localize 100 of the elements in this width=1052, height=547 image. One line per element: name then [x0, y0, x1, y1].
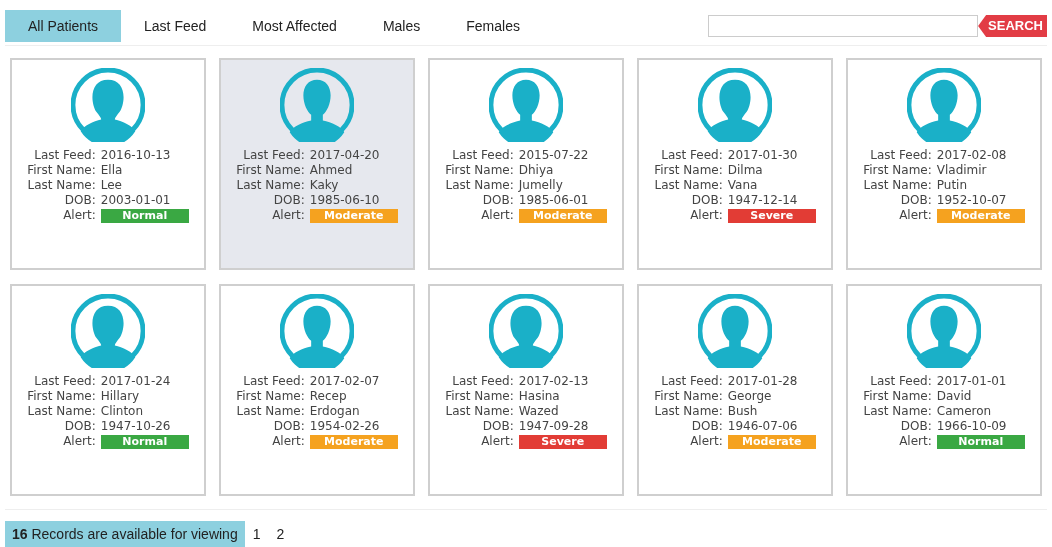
field-value: 1947-12-14 [727, 193, 799, 208]
patient-card[interactable]: Last Feed: 2017-01-01 First Name: David Last Name: Cameron DOB: 1966-10-09 Alert: Normal [846, 284, 1042, 496]
tab[interactable]: Last Feed [121, 10, 230, 42]
field-label: Last Feed: [242, 148, 305, 163]
field-label: First Name: [654, 163, 723, 178]
field-value: 1947-09-28 [518, 419, 590, 434]
field-value: 2017-01-01 [936, 374, 1008, 389]
search-button[interactable]: SEARCH [978, 15, 1047, 37]
field-value: Kaky [309, 178, 340, 193]
field-label: Alert: [271, 434, 305, 449]
field-value: 2017-02-13 [518, 374, 590, 389]
field-label: Last Feed: [869, 374, 932, 389]
field-label: Last Name: [863, 404, 932, 419]
page-link[interactable]: 2 [268, 524, 293, 545]
field-label: DOB: [272, 419, 305, 434]
field-label: Last Feed: [869, 148, 932, 163]
field-label: Alert: [898, 434, 932, 449]
field-value: Lee [100, 178, 123, 193]
patient-card[interactable]: Last Feed: 2017-02-13 First Name: Hasina Last Name: Wazed DOB: 1947-09-28 Alert: Severe [428, 284, 624, 496]
field-label: Alert: [480, 208, 514, 223]
field-value: 2016-10-13 [100, 148, 172, 163]
field-value: 2017-01-28 [727, 374, 799, 389]
field-label: Last Name: [236, 178, 305, 193]
tab[interactable]: Females [443, 10, 543, 42]
patient-card[interactable]: Last Feed: 2017-04-20 First Name: Ahmed Last Name: Kaky DOB: 1985-06-10 Alert: Moderate [219, 58, 415, 270]
field-value: Hillary [100, 389, 141, 404]
field-label: Last Feed: [451, 148, 514, 163]
records-count: 16 Records are available for viewing [5, 521, 245, 547]
field-label: Last Name: [445, 404, 514, 419]
field-value: Dilma [727, 163, 764, 178]
field-label: DOB: [899, 193, 932, 208]
field-label: DOB: [690, 419, 723, 434]
field-label: DOB: [899, 419, 932, 434]
patient-card[interactable]: Last Feed: 2017-01-24 First Name: Hillary Last Name: Clinton DOB: 1947-10-26 Alert: Normal [10, 284, 206, 496]
patient-card[interactable]: Last Feed: 2017-01-30 First Name: Dilma Last Name: Vana DOB: 1947-12-14 Alert: Severe [637, 58, 833, 270]
field-label: First Name: [863, 163, 932, 178]
field-label: First Name: [863, 389, 932, 404]
field-value: George [727, 389, 773, 404]
alert-badge: Moderate [936, 208, 1025, 223]
field-label: Last Feed: [451, 374, 514, 389]
search-field[interactable] [708, 15, 979, 37]
tab[interactable]: Males [359, 10, 444, 42]
field-label: Last Name: [863, 178, 932, 193]
field-value: Erdogan [309, 404, 361, 419]
field-label: First Name: [236, 389, 305, 404]
field-value: 1946-07-06 [727, 419, 799, 434]
field-value: 1954-02-26 [309, 419, 381, 434]
field-label: Last Feed: [33, 148, 96, 163]
tab[interactable]: Most Affected [229, 10, 360, 42]
field-label: Last Name: [236, 404, 305, 419]
field-value: Wazed [518, 404, 560, 419]
field-value: Putin [936, 178, 969, 193]
field-label: DOB: [272, 193, 305, 208]
patient-card[interactable]: Last Feed: 2017-01-28 First Name: George Last Name: Bush DOB: 1946-07-06 Alert: Moderate [637, 284, 833, 496]
patient-card[interactable]: Last Feed: 2015-07-22 First Name: Dhiya Last Name: Jumelly DOB: 1985-06-01 Alert: Moderate [428, 58, 624, 270]
field-label: First Name: [445, 163, 514, 178]
field-value: 2017-01-30 [727, 148, 799, 163]
patient-card[interactable]: Last Feed: 2016-10-13 First Name: Ella Last Name: Lee DOB: 2003-01-01 Alert: Normal [10, 58, 206, 270]
field-label: First Name: [27, 163, 96, 178]
field-label: Last Name: [654, 404, 723, 419]
field-value: 2017-02-08 [936, 148, 1008, 163]
field-value: 1952-10-07 [936, 193, 1008, 208]
field-value: Bush [727, 404, 759, 419]
field-value: 2017-04-20 [309, 148, 381, 163]
tab[interactable]: All Patients [5, 10, 122, 42]
alert-badge: Moderate [309, 208, 398, 223]
field-value: Clinton [100, 404, 145, 419]
page-link[interactable]: 1 [244, 524, 269, 545]
field-label: DOB: [63, 419, 96, 434]
field-label: Alert: [689, 434, 723, 449]
field-value: 1947-10-26 [100, 419, 172, 434]
field-value: 2003-01-01 [100, 193, 172, 208]
field-label: DOB: [481, 193, 514, 208]
field-label: First Name: [445, 389, 514, 404]
field-value: Dhiya [518, 163, 555, 178]
field-label: DOB: [690, 193, 723, 208]
field-value: 2017-02-07 [309, 374, 381, 389]
alert-badge: Normal [936, 434, 1025, 449]
field-label: Last Name: [445, 178, 514, 193]
field-label: Last Name: [654, 178, 723, 193]
alert-badge: Normal [100, 434, 189, 449]
field-value: Recep [309, 389, 348, 404]
field-label: Alert: [689, 208, 723, 223]
patient-card[interactable]: Last Feed: 2017-02-08 First Name: Vladimir Last Name: Putin DOB: 1952-10-07 Alert: Moderate [846, 58, 1042, 270]
field-value: Vana [727, 178, 759, 193]
alert-badge: Moderate [727, 434, 816, 449]
field-label: Last Name: [27, 404, 96, 419]
field-value: 2017-01-24 [100, 374, 172, 389]
patient-card[interactable]: Last Feed: 2017-02-07 First Name: Recep Last Name: Erdogan DOB: 1954-02-26 Alert: Moderate [219, 284, 415, 496]
alert-badge: Normal [100, 208, 189, 223]
alert-badge: Moderate [309, 434, 398, 449]
field-label: First Name: [654, 389, 723, 404]
field-label: Alert: [480, 434, 514, 449]
alert-badge: Severe [518, 434, 607, 449]
field-value: Cameron [936, 404, 993, 419]
field-value: 1985-06-01 [518, 193, 590, 208]
field-label: DOB: [63, 193, 96, 208]
field-value: 1985-06-10 [309, 193, 381, 208]
field-value: David [936, 389, 973, 404]
field-label: Last Feed: [33, 374, 96, 389]
